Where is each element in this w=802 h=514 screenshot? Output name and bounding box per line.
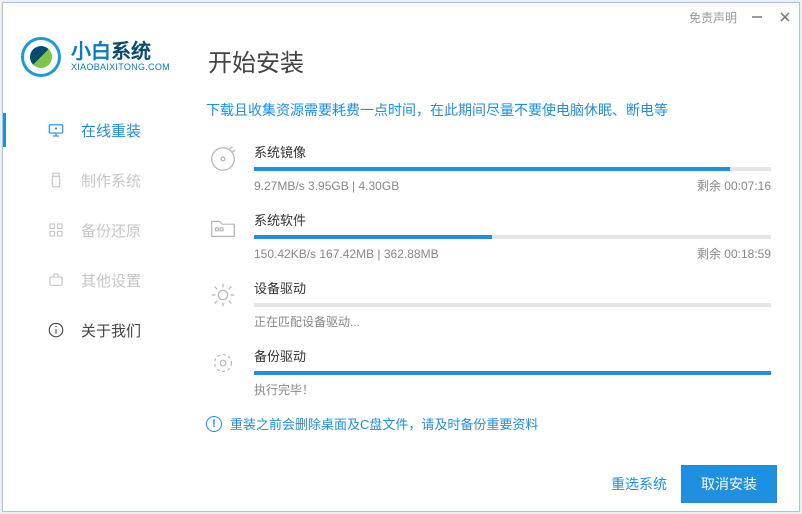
- progress-bar: [254, 235, 771, 239]
- brand-en: XIAOBAIXITONG.COM: [71, 62, 170, 72]
- brand: 小白系统 XIAOBAIXITONG.COM: [3, 31, 188, 95]
- task-body: 系统镜像 9.27MB/s 3.95GB | 4.30GB 剩余 00:07:1…: [254, 142, 771, 194]
- nav: 在线重装 制作系统 备份还原 其他设置 关于我们: [3, 105, 188, 355]
- task-list: 系统镜像 9.27MB/s 3.95GB | 4.30GB 剩余 00:07:1…: [206, 142, 771, 457]
- sidebar: 小白系统 XIAOBAIXITONG.COM 在线重装 制作系统 备份还原: [3, 31, 188, 457]
- sidebar-item-backup[interactable]: 备份还原: [3, 205, 188, 255]
- task-bottom: 正在匹配设备驱动...: [254, 313, 771, 330]
- brand-cn2: 系统: [111, 41, 151, 63]
- task-body: 备份驱动 执行完毕！: [254, 346, 771, 398]
- sidebar-item-label: 备份还原: [81, 220, 141, 241]
- sidebar-item-settings[interactable]: 其他设置: [3, 255, 188, 305]
- sidebar-item-make[interactable]: 制作系统: [3, 155, 188, 205]
- task-body: 设备驱动 正在匹配设备驱动...: [254, 278, 771, 330]
- sidebar-item-label: 在线重装: [81, 120, 141, 141]
- close-button[interactable]: [777, 9, 793, 25]
- progress-bar: [254, 303, 771, 307]
- progress-bar: [254, 371, 771, 375]
- task-body: 系统软件 150.42KB/s 167.42MB | 362.88MB 剩余 0…: [254, 210, 771, 262]
- brand-logo-icon: [21, 37, 61, 77]
- main: 开始安装 下载且收集资源需要耗费一点时间，在此期间尽量不要使电脑休眠、断电等 系…: [188, 31, 799, 457]
- minimize-button[interactable]: [749, 9, 765, 25]
- disc-icon: [206, 144, 240, 178]
- task-title: 设备驱动: [254, 278, 771, 297]
- warning-banner: ! 重装之前会删除桌面及C盘文件，请及时备份重要资料: [206, 414, 771, 433]
- task-bottom: 执行完毕！: [254, 381, 771, 398]
- sidebar-item-label: 关于我们: [81, 320, 141, 341]
- sidebar-item-label: 其他设置: [81, 270, 141, 291]
- task-bottom: 9.27MB/s 3.95GB | 4.30GB 剩余 00:07:16: [254, 177, 771, 194]
- page-title: 开始安装: [208, 43, 771, 78]
- task-title: 系统镜像: [254, 142, 771, 161]
- reselect-system-button[interactable]: 重选系统: [611, 474, 667, 494]
- task-row: 系统软件 150.42KB/s 167.42MB | 362.88MB 剩余 0…: [206, 210, 771, 262]
- task-detail: 9.27MB/s 3.95GB | 4.30GB: [254, 179, 399, 193]
- progress-bar: [254, 167, 771, 171]
- briefcase-icon: [47, 271, 65, 289]
- task-remain: 剩余 00:07:16: [697, 177, 771, 194]
- warning-text: 重装之前会删除桌面及C盘文件，请及时备份重要资料: [230, 414, 538, 433]
- task-bottom: 150.42KB/s 167.42MB | 362.88MB 剩余 00:18:…: [254, 245, 771, 262]
- brand-text: 小白系统 XIAOBAIXITONG.COM: [71, 42, 170, 72]
- task-title: 系统软件: [254, 210, 771, 229]
- app-window: 免责声明 小白系统 XIAOBAIXITONG.COM 在线重装: [2, 2, 800, 512]
- folder-icon: [206, 212, 240, 246]
- info-icon: [47, 321, 65, 339]
- alert-icon: !: [206, 416, 222, 432]
- disclaimer-link[interactable]: 免责声明: [689, 9, 737, 26]
- sidebar-item-label: 制作系统: [81, 170, 141, 191]
- task-remain: 剩余 00:18:59: [697, 245, 771, 262]
- gear-dashed-icon: [206, 348, 240, 382]
- grid-icon: [47, 221, 65, 239]
- sidebar-item-reinstall[interactable]: 在线重装: [3, 105, 188, 155]
- task-title: 备份驱动: [254, 346, 771, 365]
- body: 小白系统 XIAOBAIXITONG.COM 在线重装 制作系统 备份还原: [3, 31, 799, 457]
- sidebar-item-about[interactable]: 关于我们: [3, 305, 188, 355]
- progress-fill: [254, 235, 492, 239]
- task-row: 设备驱动 正在匹配设备驱动...: [206, 278, 771, 330]
- gear-icon: [206, 280, 240, 314]
- progress-fill: [254, 167, 730, 171]
- brand-cn1: 小白: [71, 41, 111, 63]
- titlebar: 免责声明: [3, 3, 799, 31]
- task-detail: 正在匹配设备驱动...: [254, 313, 360, 330]
- task-row: 系统镜像 9.27MB/s 3.95GB | 4.30GB 剩余 00:07:1…: [206, 142, 771, 194]
- task-detail: 150.42KB/s 167.42MB | 362.88MB: [254, 247, 439, 261]
- usb-icon: [47, 171, 65, 189]
- progress-fill: [254, 371, 771, 375]
- footer: 重选系统 取消安装: [3, 457, 799, 511]
- monitor-icon: [47, 121, 65, 139]
- cancel-install-button[interactable]: 取消安装: [681, 465, 777, 503]
- task-detail: 执行完毕！: [254, 381, 314, 398]
- page-hint: 下载且收集资源需要耗费一点时间，在此期间尽量不要使电脑休眠、断电等: [206, 100, 771, 120]
- task-row: 备份驱动 执行完毕！: [206, 346, 771, 398]
